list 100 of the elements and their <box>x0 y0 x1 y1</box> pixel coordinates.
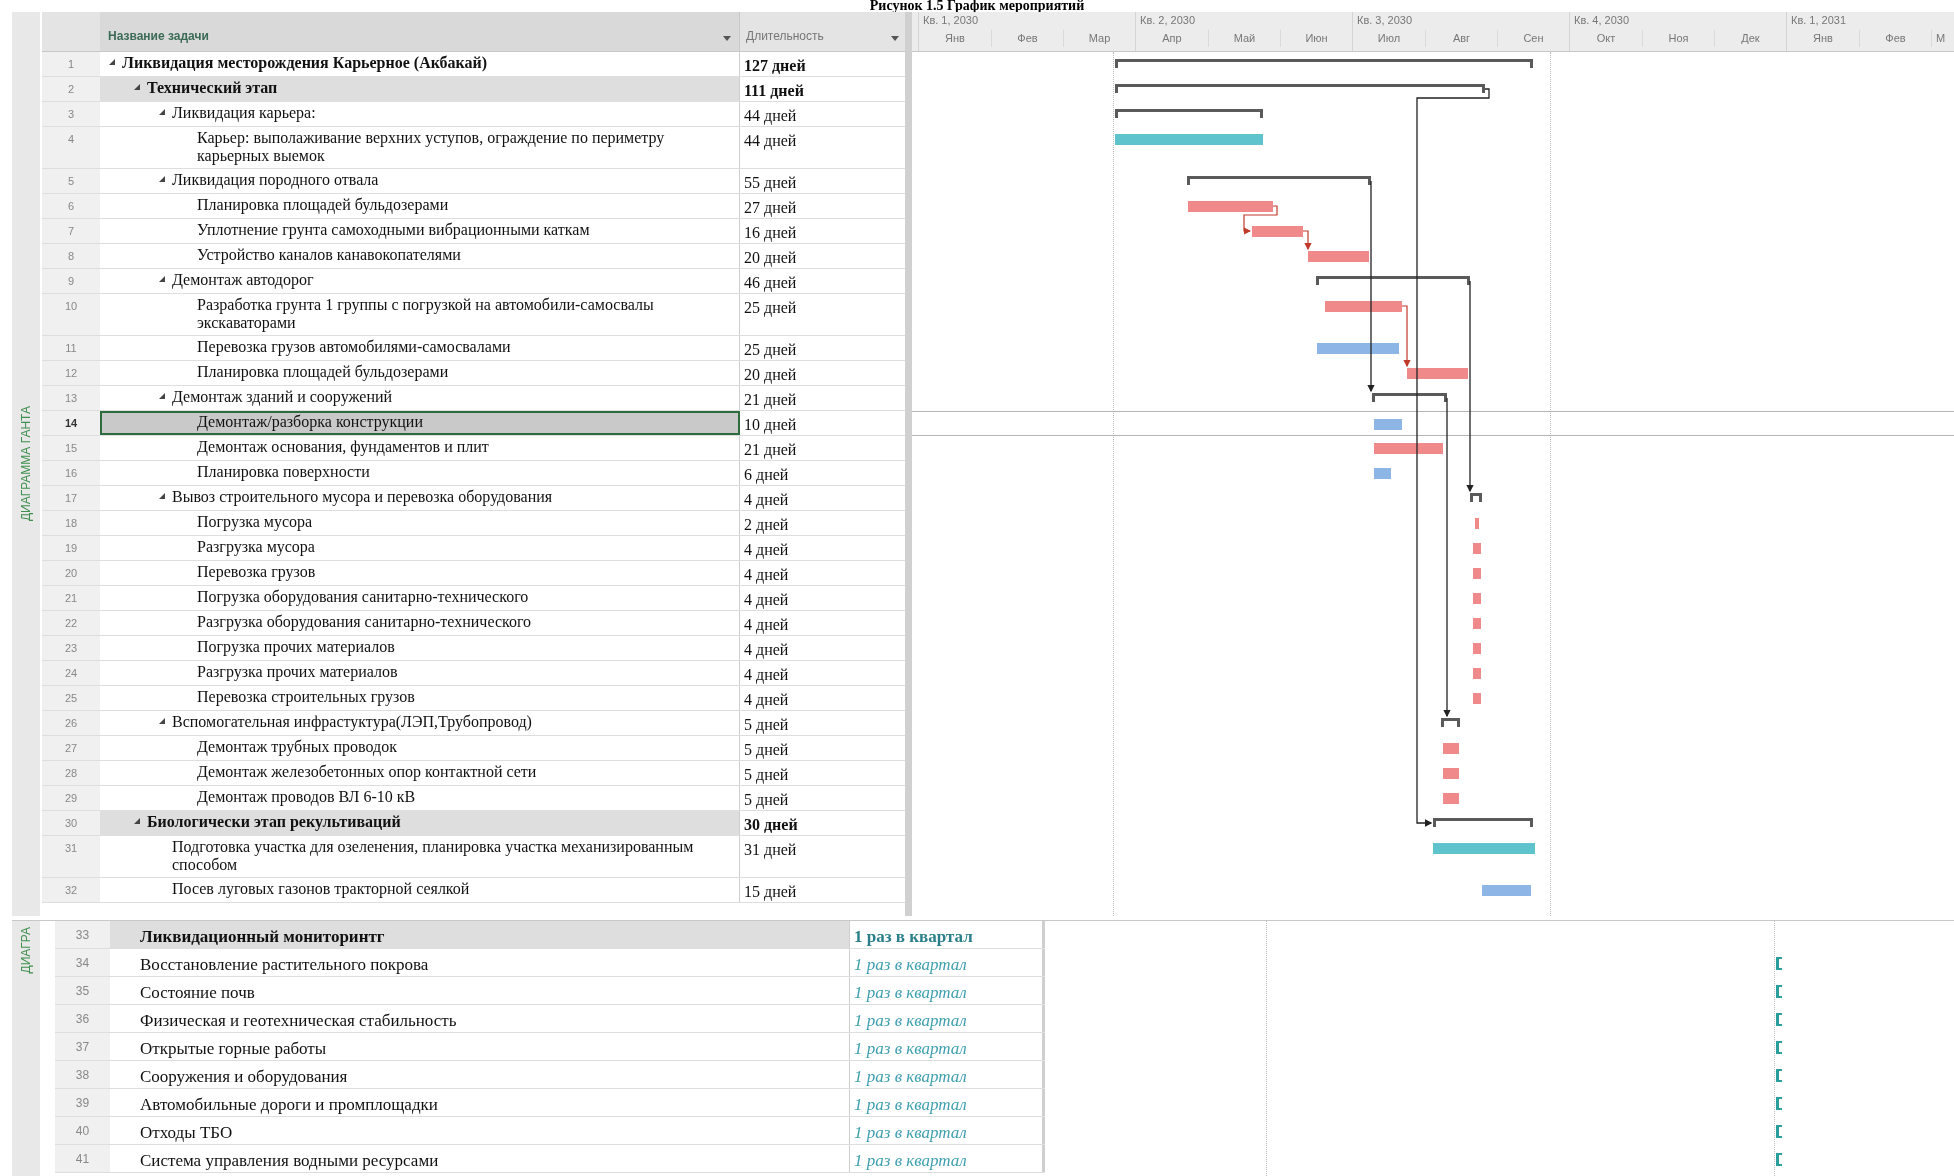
task-name-cell[interactable]: Подготовка участка для озеленения, планировка участка механизированным способом <box>100 836 740 877</box>
duration-cell: 1 раз в квартал <box>850 1089 1045 1116</box>
month-label: Окт <box>1595 31 1617 46</box>
task-name-cell[interactable]: Демонтаж трубных проводок <box>100 736 740 760</box>
task-name-cell[interactable]: Сооружения и оборудования <box>110 1061 850 1088</box>
dependency-arrow <box>1401 305 1411 368</box>
duration-cell-text: 44 дней <box>743 131 798 152</box>
recurring-task-marker[interactable] <box>1776 985 1782 998</box>
task-name-cell[interactable]: Демонтаж зданий и сооружений <box>100 386 740 410</box>
month-label: Июл <box>1376 31 1402 46</box>
duration-cell-text: 127 дней <box>743 56 807 76</box>
summary-bar[interactable] <box>1372 393 1447 402</box>
summary-bar[interactable] <box>1316 276 1470 285</box>
task-name-cell[interactable]: Система управления водными ресурсами <box>110 1145 850 1172</box>
recurring-task-marker[interactable] <box>1776 1069 1782 1082</box>
task-name-cell[interactable]: Карьер: выполаживание верхних уступов, ограждение по периметру карьерных выемок <box>100 127 740 168</box>
task-name-cell[interactable]: Планировка поверхности <box>100 461 740 485</box>
collapse-triangle-icon[interactable] <box>158 492 166 500</box>
collapse-triangle-icon[interactable] <box>158 275 166 283</box>
collapse-triangle-icon[interactable] <box>158 175 166 183</box>
duration-cell-text: 27 дней <box>743 198 798 218</box>
task-name-cell[interactable]: Состояние почв <box>110 977 850 1004</box>
row-number[interactable]: 14 <box>42 411 100 435</box>
summary-bar[interactable] <box>1470 493 1482 502</box>
task-name-cell[interactable]: Открытые горные работы <box>110 1033 850 1060</box>
task-name-cell[interactable]: Перевозка грузов <box>100 561 740 585</box>
task-name-cell[interactable]: Погрузка прочих материалов <box>100 636 740 660</box>
quarter-label: Кв. 4, 2030 <box>1573 13 1631 28</box>
quarter-label: Кв. 1, 2030 <box>922 13 980 28</box>
task-name-cell[interactable]: Ликвидация месторождения Карьерное (Акбакай) <box>100 52 740 76</box>
task-name-cell[interactable]: Демонтаж автодорог <box>100 269 740 293</box>
recurring-task-marker[interactable] <box>1776 1097 1782 1110</box>
summary-bar[interactable] <box>1187 176 1371 185</box>
summary-bar[interactable] <box>1433 818 1533 827</box>
duration-cell-text: 5 дней <box>743 790 790 810</box>
collapse-triangle-icon[interactable] <box>158 108 166 116</box>
task-name-cell[interactable]: Погрузка мусора <box>100 511 740 535</box>
collapse-triangle-icon[interactable] <box>158 717 166 725</box>
task-name-cell[interactable]: Ликвидационный мониторинтг <box>110 921 850 948</box>
duration-cell-text: 21 дней <box>743 440 798 460</box>
task-name-cell[interactable]: Посев луговых газонов тракторной сеялкой <box>100 878 740 902</box>
task-name-cell[interactable]: Физическая и геотехническая стабильность <box>110 1005 850 1032</box>
duration-cell: 1 раз в квартал <box>850 977 1045 1004</box>
recurring-task-marker[interactable] <box>1776 1013 1782 1026</box>
task-name-cell[interactable]: Разгрузка мусора <box>100 536 740 560</box>
duration-cell-text: 4 дней <box>743 590 790 610</box>
column-header[interactable]: Название задачи <box>100 12 740 51</box>
task-name-cell[interactable]: Восстановление растительного покрова <box>110 949 850 976</box>
recurring-task-marker[interactable] <box>1776 1041 1782 1054</box>
task-name-cell[interactable]: Планировка площадей бульдозерами <box>100 361 740 385</box>
task-name-cell[interactable]: Ликвидация породного отвала <box>100 169 740 193</box>
task-name-cell[interactable]: Ликвидация карьера: <box>100 102 740 126</box>
summary-bar[interactable] <box>1115 109 1263 118</box>
duration-cell-text: 20 дней <box>743 365 798 385</box>
task-name-cell[interactable]: Автомобильные дороги и промплощадки <box>110 1089 850 1116</box>
recurring-task-marker[interactable] <box>1776 1153 1782 1166</box>
task-name-cell[interactable]: Разработка грунта 1 группы с погрузкой на автомобили-самосвалы экскаваторами <box>100 294 740 335</box>
summary-bar[interactable] <box>1441 718 1460 727</box>
task-name-cell[interactable]: Демонтаж железобетонных опор контактной сети <box>100 761 740 785</box>
summary-bar[interactable] <box>1115 59 1533 68</box>
task-name-cell[interactable]: Демонтаж проводов ВЛ 6-10 кВ <box>100 786 740 810</box>
task-name-cell[interactable]: Вывоз строительного мусора и перевозка оборудования <box>100 486 740 510</box>
task-bar[interactable] <box>1325 301 1402 312</box>
task-name-cell[interactable]: Устройство каналов канавокопателями <box>100 244 740 268</box>
task-name-cell[interactable]: Биологически этап рекультиваций <box>100 811 740 835</box>
task-bar[interactable] <box>1374 443 1443 454</box>
task-name-cell[interactable]: Перевозка строительных грузов <box>100 686 740 710</box>
task-name-cell[interactable]: Планировка площадей бульдозерами <box>100 194 740 218</box>
collapse-triangle-icon[interactable] <box>158 392 166 400</box>
task-name-cell[interactable]: Демонтаж/разборка конструкции <box>100 411 740 435</box>
task-name-cell[interactable]: Перевозка грузов автомобилями-самосвалами <box>100 336 740 360</box>
task-name-cell[interactable]: Разгрузка прочих материалов <box>100 661 740 685</box>
task-name-cell[interactable]: Вспомогательная инфрастуктура(ЛЭП,Трубопровод) <box>100 711 740 735</box>
duration-cell: 1 раз в квартал <box>850 1117 1045 1144</box>
month-label: Фев <box>991 30 1063 47</box>
duration-cell: 1 раз в квартал <box>850 1145 1045 1172</box>
task-name-cell[interactable]: Демонтаж основания, фундаментов и плит <box>100 436 740 460</box>
collapse-triangle-icon[interactable] <box>133 817 141 825</box>
collapse-triangle-icon[interactable] <box>108 58 116 66</box>
duration-cell: 1 раз в квартал <box>850 921 1045 948</box>
month-label: Апр <box>1161 31 1183 46</box>
duration-cell-text: 5 дней <box>743 715 790 735</box>
task-name-cell[interactable]: Погрузка оборудования санитарно-технического <box>100 586 740 610</box>
duration-cell: 1 раз в квартал <box>850 1061 1045 1088</box>
task-name-cell[interactable]: Разгрузка оборудования санитарно-технического <box>100 611 740 635</box>
recurring-task-marker[interactable] <box>1776 957 1782 970</box>
task-name-cell[interactable]: Технический этап <box>100 77 740 101</box>
duration-cell-text: 4 дней <box>743 640 790 660</box>
duration-cell-text: 20 дней <box>743 248 798 268</box>
month-label: Дек <box>1714 30 1786 47</box>
recurring-task-marker[interactable] <box>1776 1125 1782 1138</box>
task-bar[interactable] <box>1317 343 1399 354</box>
task-name-cell[interactable]: Отходы ТБО <box>110 1117 850 1144</box>
summary-bar[interactable] <box>1115 84 1485 93</box>
column-header[interactable]: Длительность <box>740 12 905 51</box>
task-bar[interactable] <box>1407 368 1468 379</box>
duration-cell: 1 раз в квартал <box>850 1005 1045 1032</box>
duration-cell-text: 4 дней <box>743 690 790 710</box>
collapse-triangle-icon[interactable] <box>133 83 141 91</box>
task-name-cell[interactable]: Уплотнение грунта самоходными вибрационными каткам <box>100 219 740 243</box>
